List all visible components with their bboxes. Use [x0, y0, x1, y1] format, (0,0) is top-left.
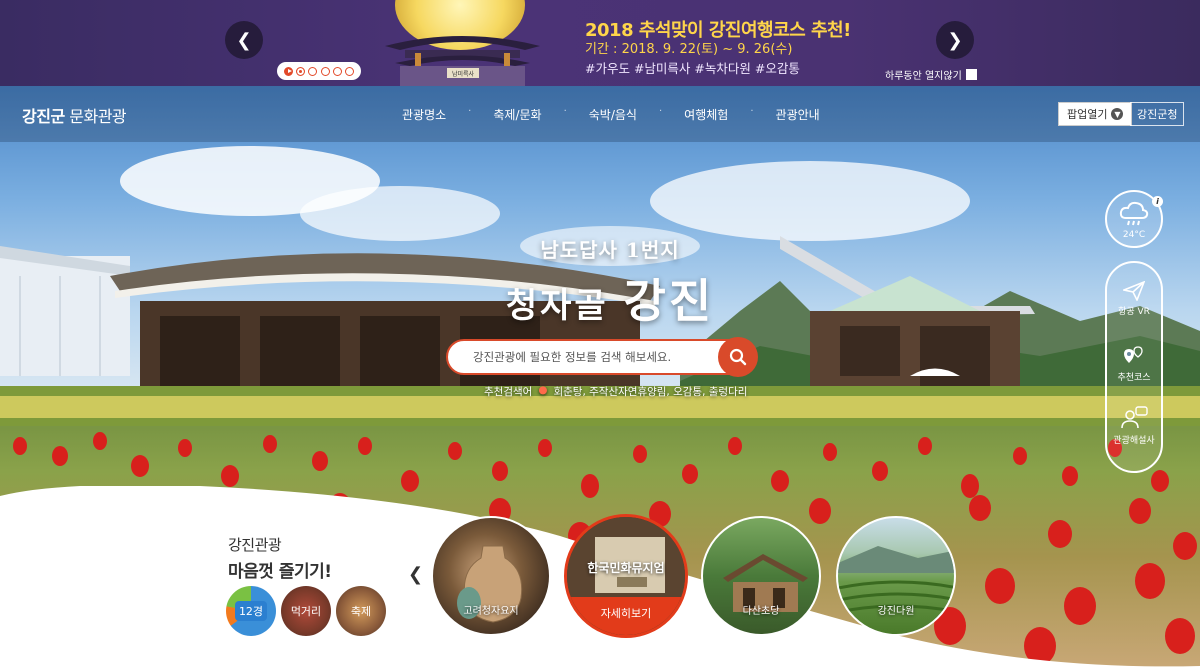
- page: 남미륵사 ❮ ❯ 2018 추석맞이 강진여행코스 추천! 기간 : 2018.…: [0, 0, 1200, 670]
- featured-name: 한국민화뮤지엄: [587, 561, 665, 575]
- quick-item-aerial-vr[interactable]: 항공 VR: [1107, 280, 1161, 317]
- checkbox[interactable]: [965, 69, 977, 80]
- quick-item-label: 항공 VR: [1118, 307, 1150, 317]
- tagline-celadon: 청자골: [505, 286, 609, 326]
- pager-dot[interactable]: [295, 66, 305, 76]
- circle-12-scenes[interactable]: 12경: [226, 586, 276, 636]
- chevron-down-icon: ▼: [1111, 108, 1124, 120]
- card-gangjin-tea-garden[interactable]: 강진다원: [836, 516, 956, 636]
- tea-shop-building-graphic: [780, 236, 1035, 396]
- chevron-right-icon: ❯: [947, 29, 963, 51]
- featured-card-minhwa-museum[interactable]: 한국민화뮤지엄 자세히보기: [564, 514, 688, 638]
- open-popup-button[interactable]: 팝업열기 ▼: [1058, 102, 1133, 126]
- circle-festival[interactable]: 축제: [336, 586, 386, 636]
- pavilion-graphic: [723, 554, 808, 612]
- card-label: 고려청자요지: [463, 606, 519, 617]
- no-show-label: 하루동안 열지않기: [885, 71, 962, 82]
- cloud-graphic: [650, 161, 970, 241]
- circle-label: 12경: [234, 601, 268, 621]
- enjoy-heading: 강진관광 마음껏 즐기기!: [228, 534, 332, 582]
- recommended-keywords: 추천검색어 ● 회춘탕, 주작산자연휴양림, 오감통, 출렁다리: [484, 384, 747, 399]
- quick-item-label: 관광해설사: [1113, 436, 1155, 446]
- brand-rest: 문화관광: [64, 107, 127, 126]
- brand-bold: 강진군: [22, 107, 65, 126]
- menu-item-guide[interactable]: 관광안내: [754, 106, 842, 123]
- menu-item-attractions[interactable]: 관광명소: [380, 106, 468, 123]
- circle-food[interactable]: 먹거리: [281, 586, 331, 636]
- carousel-prev-button[interactable]: ❮: [408, 564, 423, 585]
- menu-item-lodging-food[interactable]: 숙박/음식: [567, 106, 659, 123]
- cloud-graphic: [300, 186, 500, 241]
- promo-tags: #가우도 #남미륵사 #녹차다원 #오감통: [585, 61, 800, 76]
- brand-logo[interactable]: 강진군 문화관광: [22, 103, 127, 127]
- temperature-text: 24°C: [1122, 230, 1146, 240]
- route-pin-icon: [1124, 346, 1143, 363]
- promo-banner[interactable]: 남미륵사 ❮ ❯ 2018 추석맞이 강진여행코스 추천! 기간 : 2018.…: [0, 0, 1200, 86]
- promo-period: 기간 : 2018. 9. 22(토) ~ 9. 26(수): [585, 42, 793, 57]
- pager-dot[interactable]: [332, 66, 342, 76]
- enjoy-line-1: 강진관광: [228, 536, 282, 554]
- circle-label: 축제: [350, 605, 372, 618]
- info-icon[interactable]: i: [1152, 196, 1163, 207]
- menu-item-experience[interactable]: 여행체험: [662, 106, 750, 123]
- chevron-left-icon: ❮: [408, 564, 424, 585]
- paper-plane-icon: [1121, 280, 1146, 302]
- quick-item-label: 추천코스: [1117, 373, 1151, 383]
- tagline-line-1: 남도답사 1번지: [540, 238, 680, 262]
- card-label: 강진다원: [877, 606, 915, 617]
- promo-next-button[interactable]: ❯: [936, 21, 974, 59]
- tea-garden-graphic: [838, 546, 954, 614]
- celadon-vase-graphic: [457, 545, 523, 623]
- tagline-line-2: 청자골 강진: [470, 265, 750, 331]
- enjoy-line-2: 마음껏 즐기기!: [228, 562, 332, 582]
- pager-dot[interactable]: [320, 66, 330, 76]
- hero-section: 강진군 문화관광 관광명소 · 축제/문화 · 숙박/음식 · 여행체험 · 관…: [0, 86, 1200, 670]
- open-popup-label: 팝업열기: [1067, 108, 1108, 121]
- quick-item-course[interactable]: 추천코스: [1107, 345, 1161, 383]
- main-menu: 관광명소 · 축제/문화 · 숙박/음식 · 여행체험 · 관광안내: [380, 106, 842, 123]
- featured-detail-button[interactable]: 자세히보기: [567, 597, 685, 635]
- promo-pager: [277, 62, 361, 80]
- card-dasan-chodang[interactable]: 다산초당: [701, 516, 821, 636]
- recommend-label: 추천검색어: [484, 386, 533, 398]
- palace-gate-graphic: 남미륵사: [385, 36, 540, 86]
- top-nav: 강진군 문화관광 관광명소 · 축제/문화 · 숙박/음식 · 여행체험 · 관…: [0, 86, 1200, 142]
- pager-dot[interactable]: [345, 66, 355, 76]
- search-icon: [729, 348, 747, 366]
- palace-sign-text: 남미륵사: [452, 70, 475, 78]
- county-office-button[interactable]: 강진군청: [1130, 102, 1185, 126]
- recommend-terms[interactable]: 회춘탕, 주작산자연휴양림, 오감통, 출렁다리: [553, 384, 747, 399]
- quick-menu: 항공 VR 추천코스 관광해설사: [1105, 261, 1163, 473]
- guide-chat-icon: [1121, 406, 1148, 429]
- search-button[interactable]: [718, 337, 758, 377]
- rain-cloud-icon: [1119, 201, 1149, 226]
- card-celadon-kiln[interactable]: 고려청자요지: [431, 516, 551, 636]
- play-icon[interactable]: [283, 66, 293, 76]
- weather-widget[interactable]: 24°C i: [1105, 190, 1163, 248]
- bullet-icon: ●: [538, 384, 548, 396]
- search-input[interactable]: [448, 350, 718, 364]
- hero-tagline: 남도답사 1번지 청자골 강진: [470, 234, 750, 331]
- promo-prev-button[interactable]: ❮: [225, 21, 263, 59]
- card-label: 다산초당: [742, 606, 780, 617]
- circle-label: 먹거리: [290, 605, 322, 618]
- no-show-today-toggle[interactable]: 하루동안 열지않기: [885, 67, 977, 82]
- pager-dot[interactable]: [308, 66, 318, 76]
- chevron-left-icon: ❮: [236, 29, 252, 51]
- menu-item-festival[interactable]: 축제/문화: [471, 106, 563, 123]
- tagline-gangjin: 강진: [623, 274, 715, 328]
- search-bar: [446, 337, 758, 377]
- quick-item-guide[interactable]: 관광해설사: [1107, 406, 1161, 446]
